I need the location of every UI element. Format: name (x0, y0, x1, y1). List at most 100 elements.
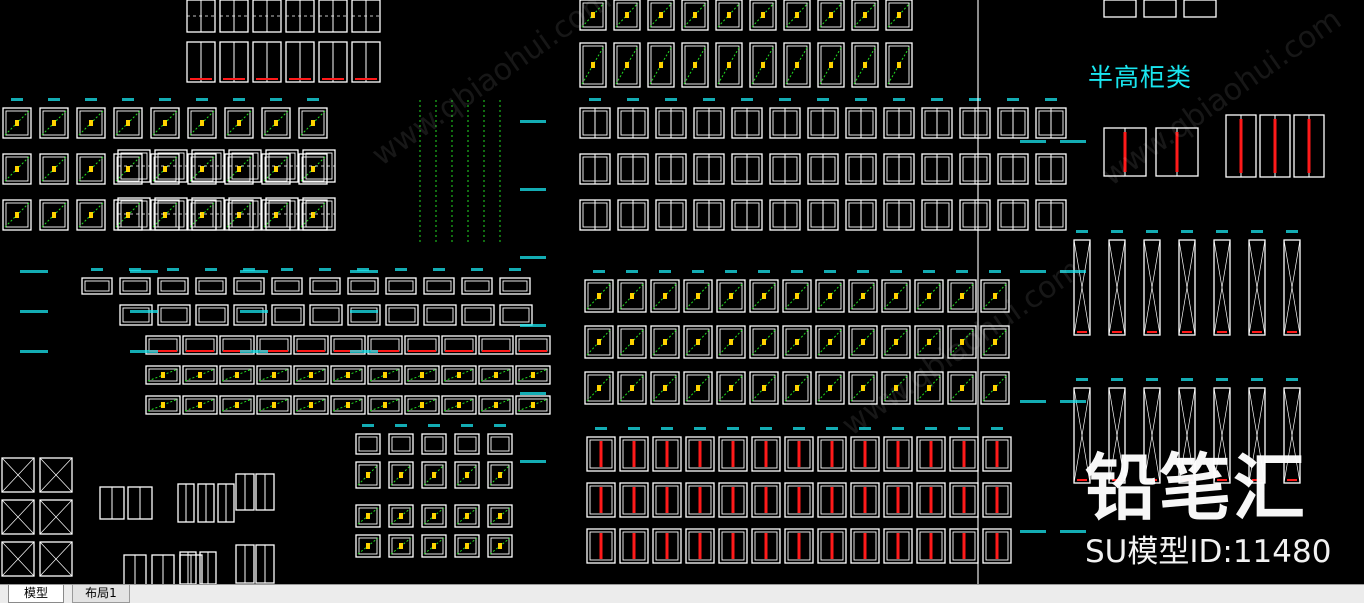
cabinet-outline (370, 338, 400, 352)
handle-mark (762, 293, 766, 299)
dimension-mark (760, 427, 772, 430)
handle-mark (366, 513, 370, 519)
handle-mark (235, 402, 239, 408)
handle-mark (399, 543, 403, 549)
model-space-canvas[interactable]: www.qbiaohui.com www.qbiaohui.com www.qb… (0, 0, 1364, 584)
handle-mark (795, 293, 799, 299)
handle-mark (498, 513, 502, 519)
red-mark (1175, 132, 1179, 172)
dimension-mark (159, 98, 171, 101)
handle-mark (960, 293, 964, 299)
dimension-mark (520, 460, 546, 463)
dimension-mark (1181, 378, 1193, 381)
cabinet-outline (195, 277, 227, 295)
cabinet-outline (312, 280, 338, 292)
handle-mark (494, 372, 498, 378)
red-mark (863, 487, 867, 513)
cabinet-outline (1143, 0, 1177, 18)
red-mark (632, 533, 636, 559)
red-mark (1123, 132, 1127, 172)
handle-mark (161, 402, 165, 408)
handle-mark (894, 385, 898, 391)
cabinet-outline (391, 436, 411, 452)
dimension-mark (233, 98, 245, 101)
handle-mark (727, 62, 731, 68)
handle-mark (383, 402, 387, 408)
red-mark (632, 487, 636, 513)
dimension-mark (659, 270, 671, 273)
handle-mark (863, 62, 867, 68)
cabinet-outline (228, 149, 262, 183)
red-mark (995, 487, 999, 513)
dimension-mark (817, 98, 829, 101)
handle-mark (457, 402, 461, 408)
tab-model[interactable]: 模型 (8, 585, 64, 603)
handle-mark (161, 372, 165, 378)
red-mark (962, 487, 966, 513)
handle-mark (761, 62, 765, 68)
handle-mark (311, 212, 315, 218)
red-mark (929, 441, 933, 467)
dimension-mark (694, 427, 706, 430)
dimension-mark (433, 268, 445, 271)
handle-mark (591, 12, 595, 18)
dimension-mark (1216, 230, 1228, 233)
handle-mark (126, 166, 130, 172)
handle-mark (272, 372, 276, 378)
dimension-mark (859, 427, 871, 430)
dimension-mark (1146, 230, 1158, 233)
cabinet-outline (388, 307, 416, 323)
cabinet-outline (1183, 0, 1217, 18)
handle-mark (863, 12, 867, 18)
dimension-mark (130, 270, 158, 273)
handle-mark (235, 372, 239, 378)
dimension-mark (520, 256, 546, 259)
cabinet-outline (444, 338, 474, 352)
dimension-mark (307, 98, 319, 101)
handle-mark (597, 385, 601, 391)
cabinet-outline (198, 280, 224, 292)
red-mark (863, 533, 867, 559)
tab-layout1[interactable]: 布局1 (72, 585, 130, 603)
handle-mark (432, 543, 436, 549)
dimension-mark (969, 98, 981, 101)
handle-mark (795, 12, 799, 18)
dimension-mark (471, 268, 483, 271)
cabinet-outline (81, 277, 113, 295)
dimension-mark (1181, 230, 1193, 233)
dimension-mark (350, 310, 378, 313)
red-mark (995, 441, 999, 467)
dimension-mark (692, 270, 704, 273)
handle-mark (659, 62, 663, 68)
red-mark (896, 487, 900, 513)
dimension-mark (20, 270, 48, 273)
red-mark (797, 487, 801, 513)
handle-mark (366, 543, 370, 549)
handle-mark (457, 372, 461, 378)
watermark-brand: 铅笔汇 (1085, 446, 1308, 530)
handle-mark (696, 385, 700, 391)
cabinet-outline (119, 277, 151, 295)
cabinet-outline (424, 436, 444, 452)
handle-mark (795, 62, 799, 68)
dimension-mark (1060, 530, 1086, 533)
dimension-mark (1020, 400, 1046, 403)
handle-mark (198, 402, 202, 408)
handle-mark (309, 402, 313, 408)
handle-mark (894, 339, 898, 345)
handle-mark (663, 293, 667, 299)
cabinet-outline (407, 338, 437, 352)
red-mark (995, 533, 999, 559)
dimension-mark (923, 270, 935, 273)
handle-mark (531, 372, 535, 378)
cabinet-outline (518, 338, 548, 352)
handle-mark (828, 385, 832, 391)
cabinet-outline (499, 277, 531, 295)
dimension-mark (1286, 378, 1298, 381)
cabinet-outline (502, 280, 528, 292)
cabinet-outline (302, 149, 336, 183)
handle-mark (163, 166, 167, 172)
dimension-mark (240, 350, 268, 353)
handle-mark (163, 212, 167, 218)
handle-mark (897, 12, 901, 18)
